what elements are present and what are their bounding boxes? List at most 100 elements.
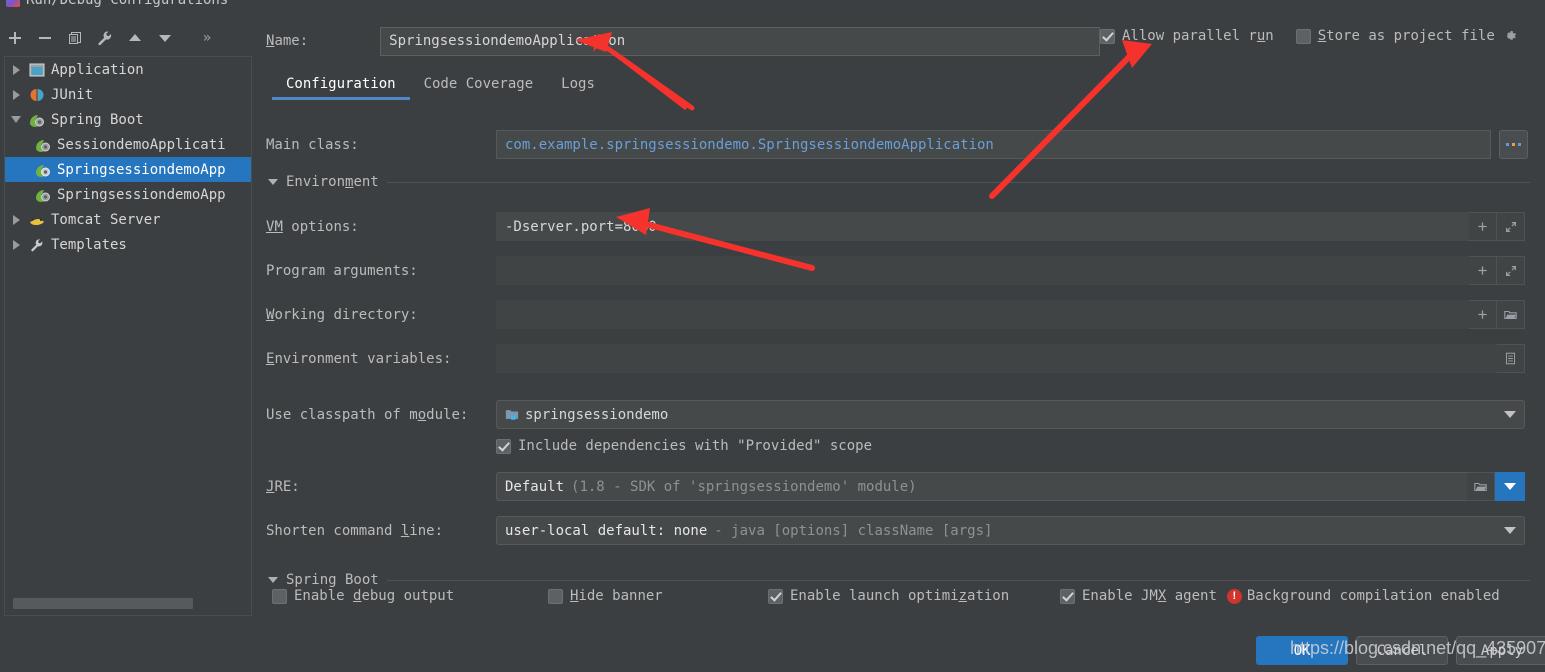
module-value: springsessiondemo bbox=[525, 406, 669, 423]
expand-arrow-icon[interactable] bbox=[5, 89, 27, 100]
main-class-input[interactable]: com.example.springsessiondemo.Springsess… bbox=[496, 130, 1491, 159]
checkbox-icon[interactable] bbox=[768, 588, 783, 604]
spring-boot-section-header[interactable]: Spring Boot bbox=[268, 572, 1530, 588]
shorten-value: user-local default: none bbox=[505, 522, 708, 539]
tree-item-application[interactable]: Application bbox=[5, 57, 251, 82]
tree-item-springsessiondemo-application-selected[interactable]: SpringsessiondemoApp bbox=[5, 157, 251, 182]
working-directory-input[interactable] bbox=[496, 300, 1469, 329]
cancel-button[interactable]: Cancel bbox=[1356, 636, 1448, 665]
tree-item-spring-boot[interactable]: Spring Boot bbox=[5, 107, 251, 132]
vm-options-label: VM options: bbox=[266, 218, 359, 235]
expand-editor-button[interactable] bbox=[1497, 256, 1525, 285]
expand-arrow-icon[interactable] bbox=[5, 239, 27, 250]
name-input[interactable]: SpringsessiondemoApplication bbox=[380, 26, 1101, 56]
insert-macro-button[interactable] bbox=[1469, 256, 1497, 285]
expand-arrow-icon[interactable] bbox=[5, 214, 27, 225]
use-classpath-label: Use classpath of module: bbox=[266, 406, 469, 423]
more-actions-button[interactable]: » bbox=[196, 24, 218, 52]
browse-jre-button[interactable] bbox=[1467, 472, 1495, 501]
collapse-arrow-icon[interactable] bbox=[5, 116, 27, 123]
spring-boot-icon bbox=[27, 113, 47, 127]
tree-item-label: Tomcat Server bbox=[51, 211, 161, 228]
enable-launch-optimization-checkbox[interactable]: Enable launch optimization bbox=[768, 588, 1060, 604]
chevron-down-icon[interactable] bbox=[268, 179, 278, 185]
enable-jmx-agent-checkbox[interactable]: Enable JMX agent bbox=[1060, 588, 1217, 604]
tree-item-tomcat-server[interactable]: Tomcat Server bbox=[5, 207, 251, 232]
edit-environment-variables-button[interactable] bbox=[1497, 344, 1525, 373]
tree-item-springsessiondemo-application-2[interactable]: SpringsessiondemoApp bbox=[5, 182, 251, 207]
working-directory-row: Working directory: bbox=[266, 300, 1536, 329]
background-compilation-warning-label: Background compilation enabled bbox=[1246, 588, 1500, 604]
jre-dropdown-button[interactable] bbox=[1495, 472, 1525, 501]
shorten-value-detail: - java [options] className [args] bbox=[714, 522, 993, 539]
spring-boot-icon bbox=[33, 138, 53, 152]
spring-boot-options-row: Enable debug output Hide banner Enable l… bbox=[272, 588, 1500, 604]
include-provided-checkbox[interactable]: Include dependencies with "Provided" sco… bbox=[496, 438, 872, 454]
remove-configuration-button[interactable] bbox=[30, 24, 60, 52]
environment-variables-input[interactable] bbox=[496, 344, 1497, 373]
tab-code-coverage[interactable]: Code Coverage bbox=[410, 72, 548, 100]
store-as-project-file-checkbox[interactable]: Store as project file bbox=[1295, 28, 1518, 44]
browse-folder-icon[interactable] bbox=[1497, 300, 1525, 329]
edit-templates-button[interactable] bbox=[90, 24, 120, 52]
tree-item-sessiondemo-application[interactable]: SessiondemoApplicati bbox=[5, 132, 251, 157]
expand-arrow-icon[interactable] bbox=[5, 64, 27, 75]
shorten-command-line-combobox[interactable]: user-local default: none - java [options… bbox=[496, 516, 1525, 545]
module-combobox[interactable]: springsessiondemo bbox=[496, 400, 1525, 429]
insert-macro-button[interactable] bbox=[1469, 212, 1497, 241]
tab-logs[interactable]: Logs bbox=[547, 72, 609, 100]
enable-jmx-agent-label: Enable JMX agent bbox=[1082, 588, 1217, 604]
expand-editor-button[interactable] bbox=[1497, 212, 1525, 241]
checkbox-icon[interactable] bbox=[1060, 588, 1075, 604]
tree-item-junit[interactable]: JUnit bbox=[5, 82, 251, 107]
checkbox-icon[interactable] bbox=[1100, 28, 1115, 44]
store-as-project-file-label: Store as project file bbox=[1317, 28, 1495, 44]
main-class-label: Main class: bbox=[266, 136, 359, 153]
chevron-down-icon[interactable] bbox=[1504, 411, 1516, 418]
program-arguments-input[interactable] bbox=[496, 256, 1469, 285]
gear-icon[interactable] bbox=[1502, 28, 1518, 44]
allow-parallel-run-label: Allow parallel run bbox=[1122, 28, 1274, 44]
tree-item-label: Application bbox=[51, 61, 144, 78]
ok-button[interactable]: OK bbox=[1256, 636, 1348, 665]
vm-options-input[interactable]: -Dserver.port=8080 bbox=[496, 212, 1469, 241]
tomcat-icon bbox=[27, 213, 47, 227]
checkbox-icon[interactable] bbox=[272, 588, 287, 604]
chevron-down-icon[interactable] bbox=[1504, 527, 1516, 534]
tree-item-label: SessiondemoApplicati bbox=[57, 136, 226, 153]
configurations-panel: » Application JUnit Spring Boot Sessiond… bbox=[0, 12, 252, 672]
configuration-editor-panel: Name: SpringsessiondemoApplication Allow… bbox=[252, 12, 1545, 628]
tree-horizontal-scrollbar[interactable] bbox=[11, 598, 249, 609]
tab-configuration[interactable]: Configuration bbox=[272, 72, 410, 100]
checkbox-icon[interactable] bbox=[496, 438, 511, 454]
application-icon bbox=[27, 63, 47, 77]
environment-section-header[interactable]: Environment bbox=[268, 174, 1530, 190]
section-divider bbox=[386, 579, 1530, 581]
spring-boot-icon bbox=[33, 188, 53, 202]
scrollbar-thumb[interactable] bbox=[13, 598, 193, 609]
add-configuration-button[interactable] bbox=[0, 24, 30, 52]
move-down-button[interactable] bbox=[150, 24, 180, 52]
tree-item-templates[interactable]: Templates bbox=[5, 232, 251, 257]
configurations-toolbar: » bbox=[0, 22, 252, 54]
jre-combobox[interactable]: Default (1.8 - SDK of 'springsessiondemo… bbox=[496, 472, 1467, 501]
checkbox-icon[interactable] bbox=[548, 588, 563, 604]
move-up-button[interactable] bbox=[120, 24, 150, 52]
module-icon bbox=[505, 408, 519, 421]
use-classpath-of-module-row: Use classpath of module: springsessionde… bbox=[266, 400, 1536, 429]
copy-configuration-button[interactable] bbox=[60, 24, 90, 52]
hide-banner-checkbox[interactable]: Hide banner bbox=[548, 588, 768, 604]
enable-debug-output-checkbox[interactable]: Enable debug output bbox=[272, 588, 548, 604]
checkbox-icon[interactable] bbox=[1295, 28, 1311, 44]
apply-button[interactable]: Apply bbox=[1456, 636, 1545, 665]
configurations-tree[interactable]: Application JUnit Spring Boot Sessiondem… bbox=[4, 56, 252, 616]
tree-item-label: JUnit bbox=[51, 86, 94, 103]
enable-debug-output-label: Enable debug output bbox=[294, 588, 455, 604]
browse-main-class-button[interactable] bbox=[1499, 130, 1528, 159]
name-label: Name: bbox=[266, 33, 309, 49]
window-titlebar: Run/Debug Configurations bbox=[0, 0, 1545, 12]
chevron-down-icon[interactable] bbox=[268, 577, 278, 583]
main-class-row: Main class: com.example.springsessiondem… bbox=[266, 130, 1536, 159]
insert-macro-button[interactable] bbox=[1469, 300, 1497, 329]
allow-parallel-run-checkbox[interactable]: Allow parallel run bbox=[1100, 28, 1274, 44]
